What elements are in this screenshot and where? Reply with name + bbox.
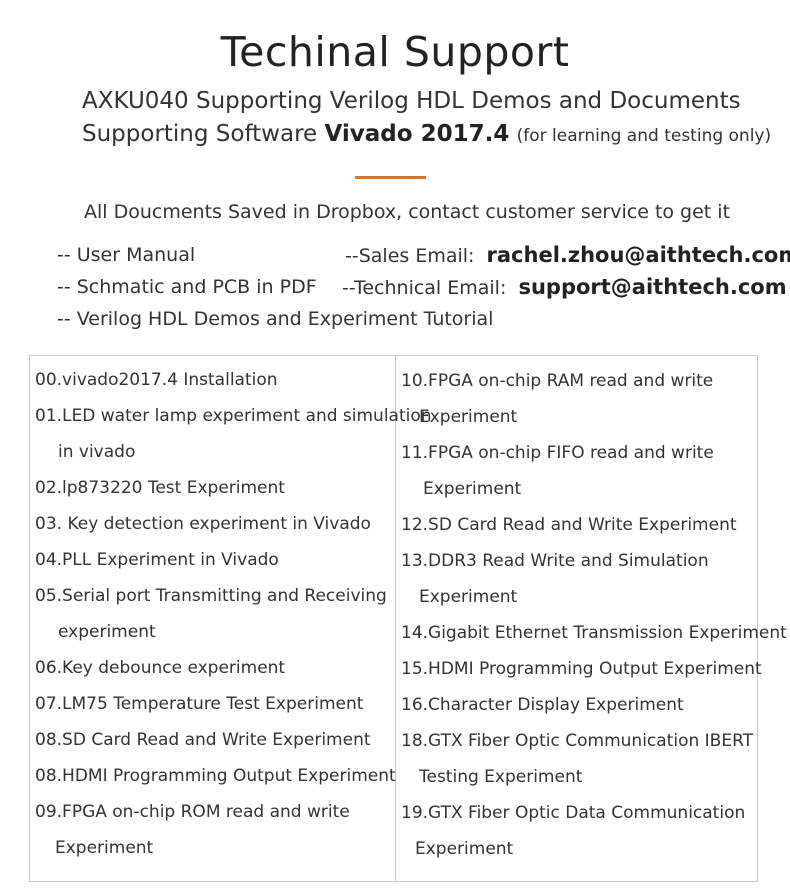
sales-email-label: --Sales Email:: [345, 245, 475, 267]
list-item: experiment: [58, 622, 156, 642]
accent-divider: [355, 176, 426, 179]
list-item: 08.HDMI Programming Output Experiment: [35, 766, 396, 786]
list-item: 13.DDR3 Read Write and Simulation: [401, 551, 709, 571]
software-version: Vivado 2017.4: [324, 121, 510, 147]
list-item: 11.FPGA on-chip FIFO read and write: [401, 443, 714, 463]
column-divider: [395, 356, 396, 881]
sales-email-row: --Sales Email: rachel.zhou@aithtech.com: [345, 243, 790, 267]
list-item: 19.GTX Fiber Optic Data Communication: [401, 803, 746, 823]
subtitle-board: AXKU040 Supporting Verilog HDL Demos and…: [82, 88, 741, 114]
page-title: Techinal Support: [220, 28, 570, 76]
resource-demos: -- Verilog HDL Demos and Experiment Tuto…: [57, 308, 494, 330]
list-item: 12.SD Card Read and Write Experiment: [401, 515, 737, 535]
tech-email-label: --Technical Email:: [342, 277, 507, 299]
list-item: 18.GTX Fiber Optic Communication IBERT: [401, 731, 754, 751]
list-item: 09.FPGA on-chip ROM read and write: [35, 802, 350, 822]
list-item: 04.PLL Experiment in Vivado: [35, 550, 279, 570]
list-item: Testing Experiment: [419, 767, 583, 787]
dropbox-note: All Doucments Saved in Dropbox, contact …: [84, 201, 731, 223]
list-item: in vivado: [58, 442, 136, 462]
resource-schematic: -- Schmatic and PCB in PDF: [57, 276, 317, 298]
tech-email[interactable]: support@aithtech.com: [518, 275, 786, 299]
list-item: 05.Serial port Transmitting and Receivin…: [35, 586, 387, 606]
list-item: 01.LED water lamp experiment and simulat…: [35, 406, 432, 426]
list-item: 02.lp873220 Test Experiment: [35, 478, 285, 498]
software-note: (for learning and testing only): [516, 126, 772, 146]
list-item: 10.FPGA on-chip RAM read and write: [401, 371, 714, 391]
resource-user-manual: -- User Manual: [57, 244, 196, 266]
list-item: Experiment: [419, 587, 518, 607]
list-item: Experiment: [419, 407, 518, 427]
list-item: 08.SD Card Read and Write Experiment: [35, 730, 371, 750]
list-item: 07.LM75 Temperature Test Experiment: [35, 694, 364, 714]
tech-email-row: --Technical Email: support@aithtech.com: [342, 275, 787, 299]
subtitle-software: Supporting Software Vivado 2017.4 (for l…: [82, 121, 771, 147]
list-item: 14.Gigabit Ethernet Transmission Experim…: [401, 623, 787, 643]
list-item: Experiment: [55, 838, 154, 858]
list-item: 03. Key detection experiment in Vivado: [35, 514, 371, 534]
list-item: 15.HDMI Programming Output Experiment: [401, 659, 762, 679]
list-item: 00.vivado2017.4 Installation: [35, 370, 278, 390]
list-item: Experiment: [415, 839, 514, 859]
list-item: 06.Key debounce experiment: [35, 658, 286, 678]
software-prefix: Supporting Software: [82, 121, 325, 147]
list-item: 16.Character Display Experiment: [401, 695, 684, 715]
sales-email[interactable]: rachel.zhou@aithtech.com: [487, 243, 790, 267]
list-item: Experiment: [423, 479, 522, 499]
